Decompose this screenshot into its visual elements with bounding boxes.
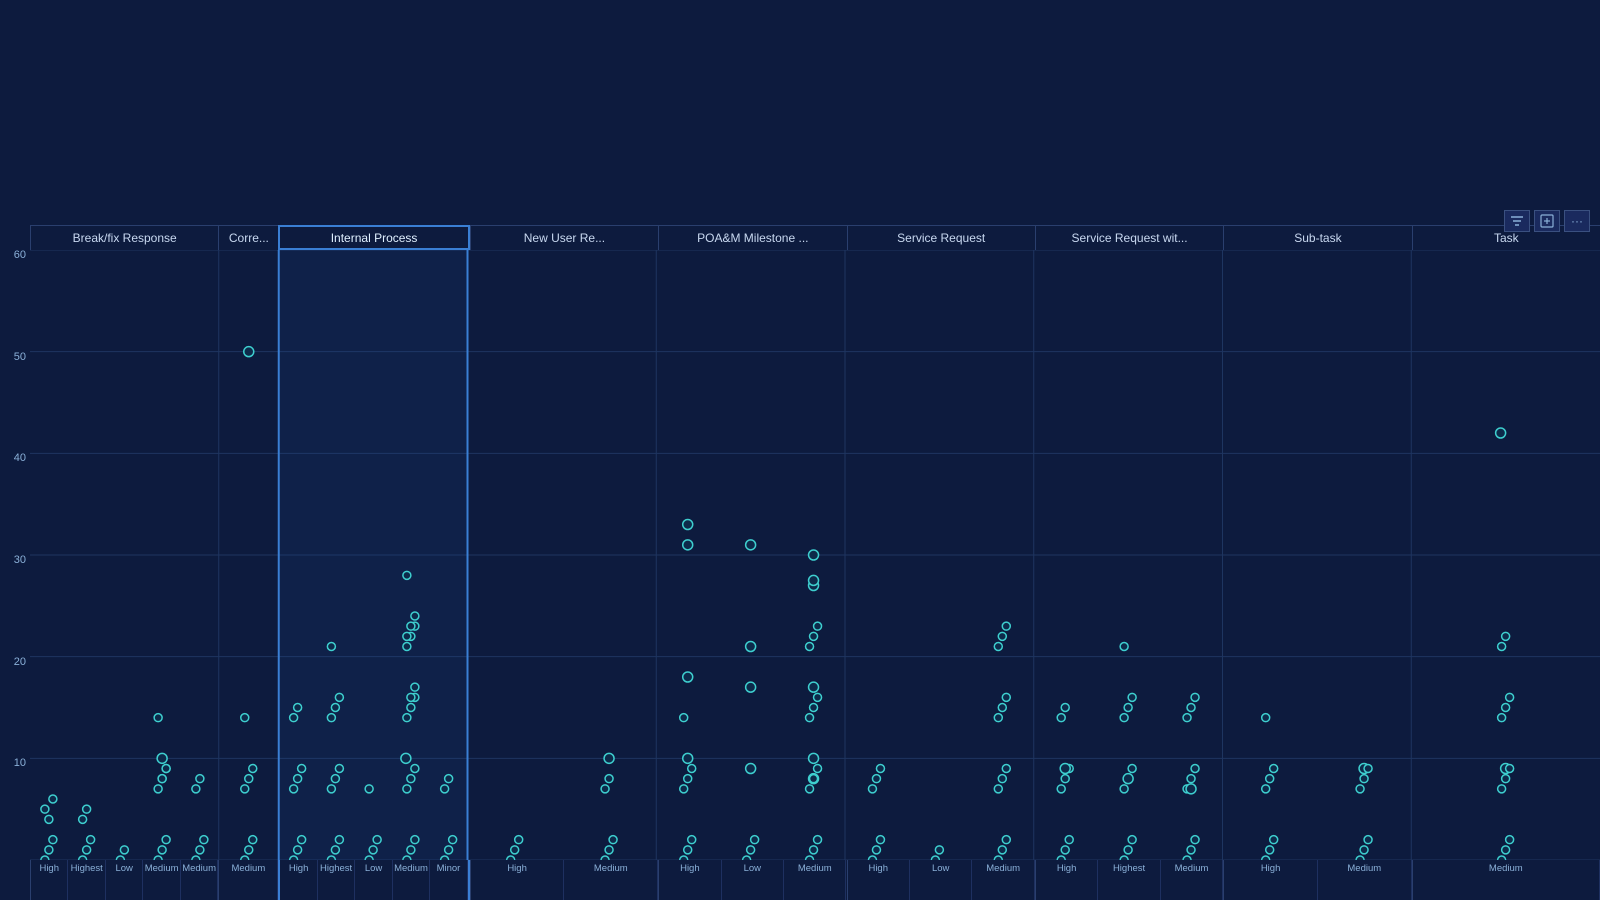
chart-area <box>30 250 1600 860</box>
x-col-service-request: High Low Medium <box>847 860 1035 900</box>
x-label-ip-medium: Medium <box>393 860 430 900</box>
x-label-bf-medium2: Medium <box>181 860 218 900</box>
x-label-nu-medium: Medium <box>564 860 658 900</box>
x-label-srw-high: High <box>1036 860 1098 900</box>
x-label-ip-minor: Minor <box>430 860 467 900</box>
x-label-sr-high: High <box>848 860 910 900</box>
x-label-sr-medium: Medium <box>972 860 1034 900</box>
y-label-10: 10 <box>0 758 30 769</box>
y-label-40: 40 <box>0 453 30 464</box>
more-button[interactable]: ··· <box>1564 210 1590 232</box>
col-headers: Break/fix Response Corre... Internal Pro… <box>30 225 1600 250</box>
x-label-poam-high: High <box>659 860 721 900</box>
x-label-bf-low: Low <box>106 860 143 900</box>
x-label-ip-low: Low <box>355 860 392 900</box>
x-col-poam: High Low Medium <box>658 860 846 900</box>
filter-button[interactable] <box>1504 210 1530 232</box>
col-header-new-user[interactable]: New User Re... <box>470 225 658 250</box>
col-header-corre[interactable]: Corre... <box>218 225 278 250</box>
x-col-sub-task: High Medium <box>1223 860 1411 900</box>
toolbar: ··· <box>1504 210 1590 232</box>
x-label-task-medium: Medium <box>1413 860 1600 900</box>
x-label-bf-high: High <box>31 860 68 900</box>
x-label-ip-high: High <box>280 860 317 900</box>
y-label-60: 60 <box>0 250 30 261</box>
export-button[interactable] <box>1534 210 1560 232</box>
x-label-srw-highest: Highest <box>1098 860 1160 900</box>
x-col-internal-process: High Highest Low Medium Minor <box>278 860 469 900</box>
y-axis: 60 50 40 30 20 10 <box>0 250 30 860</box>
x-col-new-user: High Medium <box>470 860 658 900</box>
y-label-20: 20 <box>0 657 30 668</box>
x-col-break-fix: High Highest Low Medium Medium <box>30 860 218 900</box>
x-label-poam-low: Low <box>722 860 784 900</box>
x-label-corre-medium: Medium <box>219 860 278 900</box>
x-label-sr-low: Low <box>910 860 972 900</box>
col-header-break-fix[interactable]: Break/fix Response <box>30 225 218 250</box>
y-label-30: 30 <box>0 555 30 566</box>
app: ··· 60 50 40 30 20 10 Break/fix Response… <box>0 0 1600 900</box>
x-label-bf-highest: Highest <box>68 860 105 900</box>
x-label-poam-medium: Medium <box>784 860 846 900</box>
chart-wrapper: 60 50 40 30 20 10 Break/fix Response Cor… <box>0 225 1600 900</box>
x-label-st-medium: Medium <box>1318 860 1412 900</box>
x-col-service-request-wit: High Highest Medium <box>1035 860 1223 900</box>
x-label-ip-highest: Highest <box>318 860 355 900</box>
col-header-service-request-wit[interactable]: Service Request wit... <box>1035 225 1223 250</box>
x-label-nu-high: High <box>471 860 565 900</box>
col-header-poam[interactable]: POA&M Milestone ... <box>658 225 846 250</box>
col-header-internal-process[interactable]: Internal Process <box>278 225 469 250</box>
col-header-sub-task[interactable]: Sub-task <box>1223 225 1411 250</box>
x-label-st-high: High <box>1224 860 1318 900</box>
x-col-corre: Medium <box>218 860 278 900</box>
y-label-50: 50 <box>0 352 30 363</box>
x-axis: High Highest Low Medium Medium Medium Hi… <box>30 860 1600 900</box>
x-label-bf-medium: Medium <box>143 860 180 900</box>
x-col-task: Medium <box>1412 860 1600 900</box>
col-header-service-request[interactable]: Service Request <box>847 225 1035 250</box>
chart-svg <box>30 250 1600 860</box>
x-label-srw-medium: Medium <box>1161 860 1223 900</box>
